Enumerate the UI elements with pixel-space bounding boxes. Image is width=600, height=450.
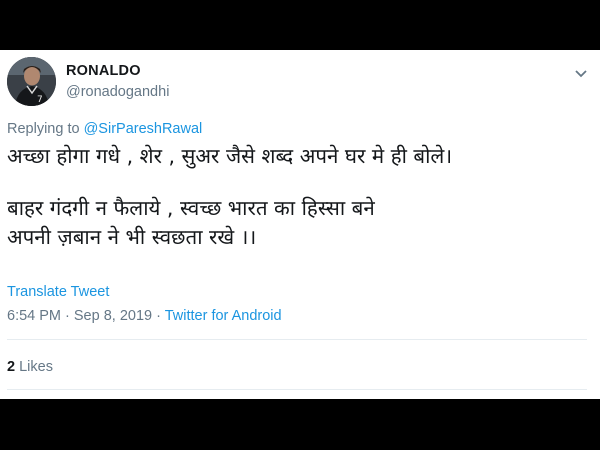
tweet-line: अच्छा होगा गधे , शेर , सुअर जैसे शब्द अप… [7, 144, 453, 168]
tweet-paragraph: अच्छा होगा गधे , शेर , सुअर जैसे शब्द अप… [7, 142, 592, 171]
user-handle[interactable]: @ronadogandhi [66, 84, 169, 100]
tweet-text: अच्छा होगा गधे , शेर , सुअर जैसे शब्द अप… [7, 142, 592, 275]
meta-separator: · [152, 308, 165, 324]
likes-count: 2 [7, 359, 16, 375]
avatar-image: 7 [7, 57, 56, 106]
translate-tweet-link[interactable]: Translate Tweet [7, 284, 109, 300]
chevron-down-icon[interactable] [573, 65, 589, 78]
likes-label: Likes [19, 359, 53, 375]
tweet-paragraph: बाहर गंदगी न फैलाये , स्वच्छ भारत का हिस… [7, 194, 592, 252]
display-name[interactable]: RONALDO [66, 63, 141, 79]
replying-to: Replying to @SirPareshRawal [7, 121, 202, 137]
avatar[interactable]: 7 [7, 57, 56, 106]
divider [7, 339, 587, 340]
svg-text:7: 7 [37, 95, 43, 105]
tweet-meta: 6:54 PM · Sep 8, 2019 · Twitter for Andr… [7, 308, 282, 324]
tweet-card: 7 RONALDO @ronadogandhi Replying to @Sir… [0, 50, 600, 399]
divider [7, 389, 587, 390]
timestamp[interactable]: 6:54 PM · Sep 8, 2019 [7, 308, 152, 324]
likes-link[interactable]: 2 Likes [7, 359, 53, 375]
source-link[interactable]: Twitter for Android [165, 308, 282, 324]
replying-to-label: Replying to [7, 121, 80, 137]
tweet-line: बाहर गंदगी न फैलाये , स्वच्छ भारत का हिस… [7, 196, 375, 220]
tweet-line: अपनी ज़बान ने भी स्वछता रखे ।। [7, 225, 257, 249]
mention-link[interactable]: @SirPareshRawal [84, 121, 203, 137]
